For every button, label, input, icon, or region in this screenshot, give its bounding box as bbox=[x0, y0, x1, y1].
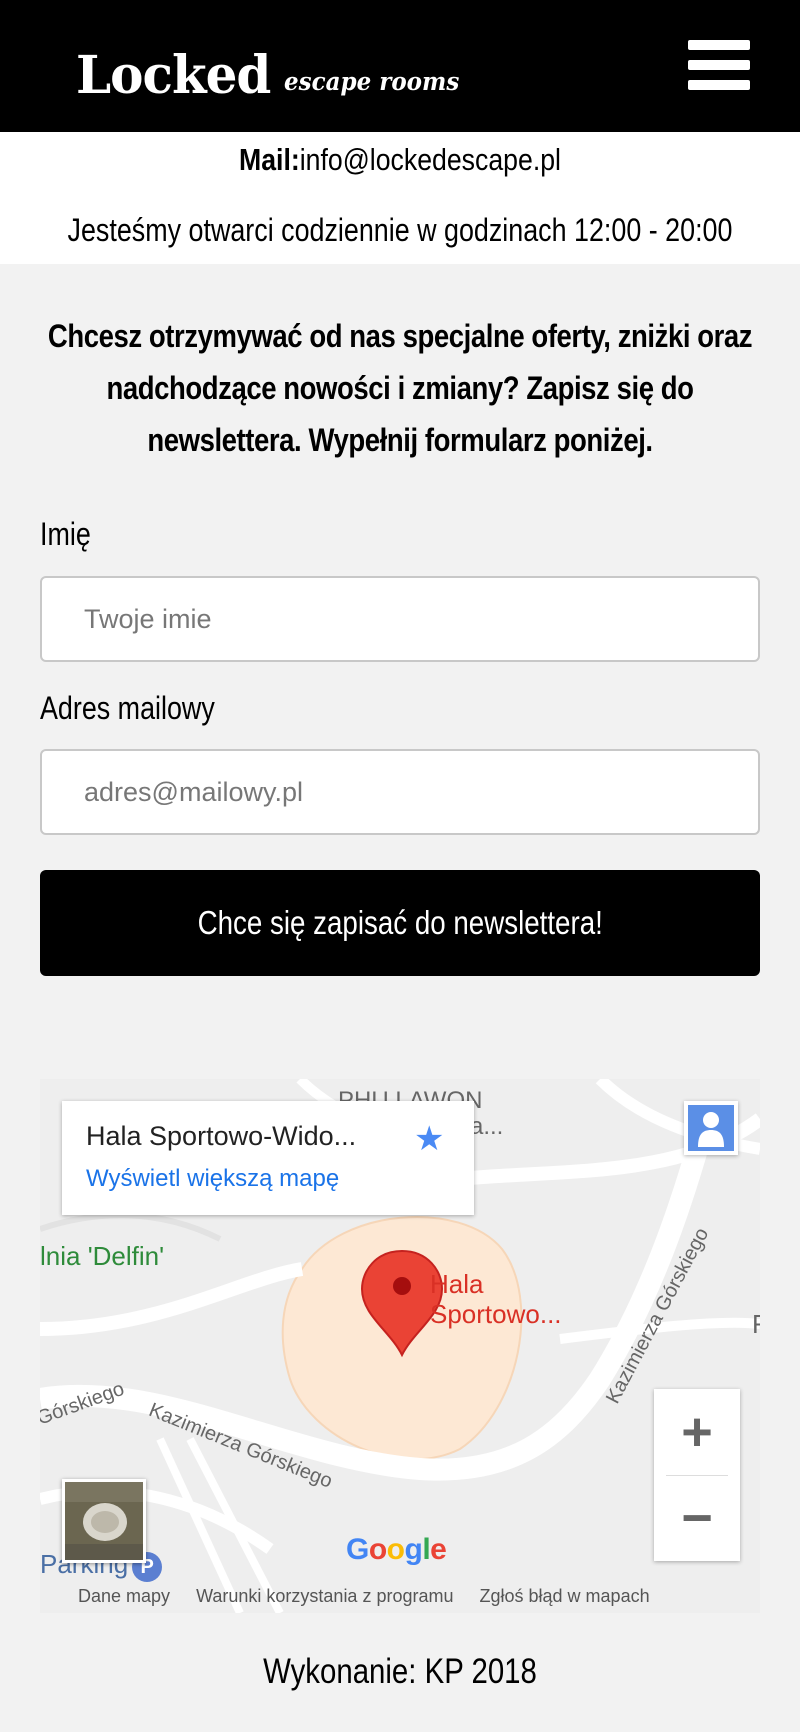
map-label-hala-1: Hala bbox=[430, 1269, 484, 1299]
logo-main-text: Locked bbox=[76, 43, 271, 106]
embedded-map[interactable]: PHU LAWON a... lnia 'Delfin' HalaSportow… bbox=[40, 1079, 760, 1613]
newsletter-intro-text: Chcesz otrzymywać od nas specjalne ofert… bbox=[47, 318, 753, 458]
mail-value[interactable]: info@lockedescape.pl bbox=[300, 142, 561, 177]
place-card: Hala Sportowo-Wido... ★ Wyświetl większą… bbox=[62, 1101, 474, 1215]
menu-bar bbox=[688, 80, 750, 90]
info-band: Mail:info@lockedescape.pl Jesteśmy otwar… bbox=[0, 132, 800, 264]
pegman-background bbox=[688, 1105, 734, 1151]
google-letter: g bbox=[404, 1533, 423, 1566]
map-label-f: F bbox=[752, 1309, 760, 1339]
zoom-in-button[interactable]: + bbox=[654, 1389, 740, 1475]
zoom-out-button[interactable]: − bbox=[654, 1475, 740, 1561]
menu-bar bbox=[688, 60, 750, 70]
map-data-link[interactable]: Dane mapy bbox=[78, 1586, 170, 1607]
menu-bar bbox=[688, 40, 750, 50]
map-report-link[interactable]: Zgłoś błąd w mapach bbox=[480, 1586, 650, 1607]
satellite-thumbnail bbox=[65, 1482, 143, 1560]
site-header: Locked escape rooms bbox=[0, 0, 800, 132]
place-title: Hala Sportowo-Wido... bbox=[86, 1121, 357, 1151]
map-label-hala: Hala Sportowo... bbox=[430, 1269, 562, 1329]
subscribe-button[interactable]: Chce się zapisać do newslettera! bbox=[40, 870, 760, 976]
email-field[interactable] bbox=[40, 749, 760, 835]
site-credit: Wykonanie: KP 2018 bbox=[263, 1652, 537, 1691]
newsletter-intro: Chcesz otrzymywać od nas specjalne ofert… bbox=[30, 310, 770, 466]
map-footer: Dane mapy Warunki korzystania z programu… bbox=[40, 1579, 760, 1613]
mail-label: Mail: bbox=[239, 142, 300, 177]
google-logo: Google bbox=[346, 1533, 447, 1567]
star-icon[interactable]: ★ bbox=[414, 1119, 444, 1159]
google-letter: e bbox=[430, 1533, 447, 1566]
pegman-figure bbox=[698, 1112, 724, 1147]
zoom-control: + − bbox=[654, 1389, 740, 1561]
logo-sub-text: escape rooms bbox=[284, 67, 460, 96]
google-letter: G bbox=[346, 1533, 369, 1566]
google-letter: o bbox=[386, 1533, 405, 1566]
map-label-delfin: lnia 'Delfin' bbox=[40, 1241, 165, 1271]
name-field[interactable] bbox=[40, 576, 760, 662]
map-terms-link[interactable]: Warunki korzystania z programu bbox=[196, 1586, 453, 1607]
name-label: Imię bbox=[40, 516, 91, 552]
google-letter: l bbox=[422, 1533, 431, 1566]
logo[interactable]: Locked escape rooms bbox=[76, 36, 475, 106]
subscribe-button-label: Chce się zapisać do newslettera! bbox=[197, 904, 603, 941]
map-label-hala-2: Sportowo... bbox=[430, 1299, 562, 1329]
mail-line: Mail:info@lockedescape.pl bbox=[56, 138, 744, 182]
pegman-icon[interactable] bbox=[684, 1101, 738, 1155]
email-label: Adres mailowy bbox=[40, 690, 215, 726]
larger-map-link[interactable]: Wyświetl większą mapę bbox=[86, 1165, 339, 1193]
satellite-toggle[interactable] bbox=[62, 1479, 146, 1563]
map-label-phu2: a... bbox=[470, 1113, 504, 1140]
google-letter: o bbox=[368, 1533, 387, 1566]
hamburger-icon[interactable] bbox=[688, 38, 750, 94]
opening-hours: Jesteśmy otwarci codziennie w godzinach … bbox=[67, 212, 733, 248]
